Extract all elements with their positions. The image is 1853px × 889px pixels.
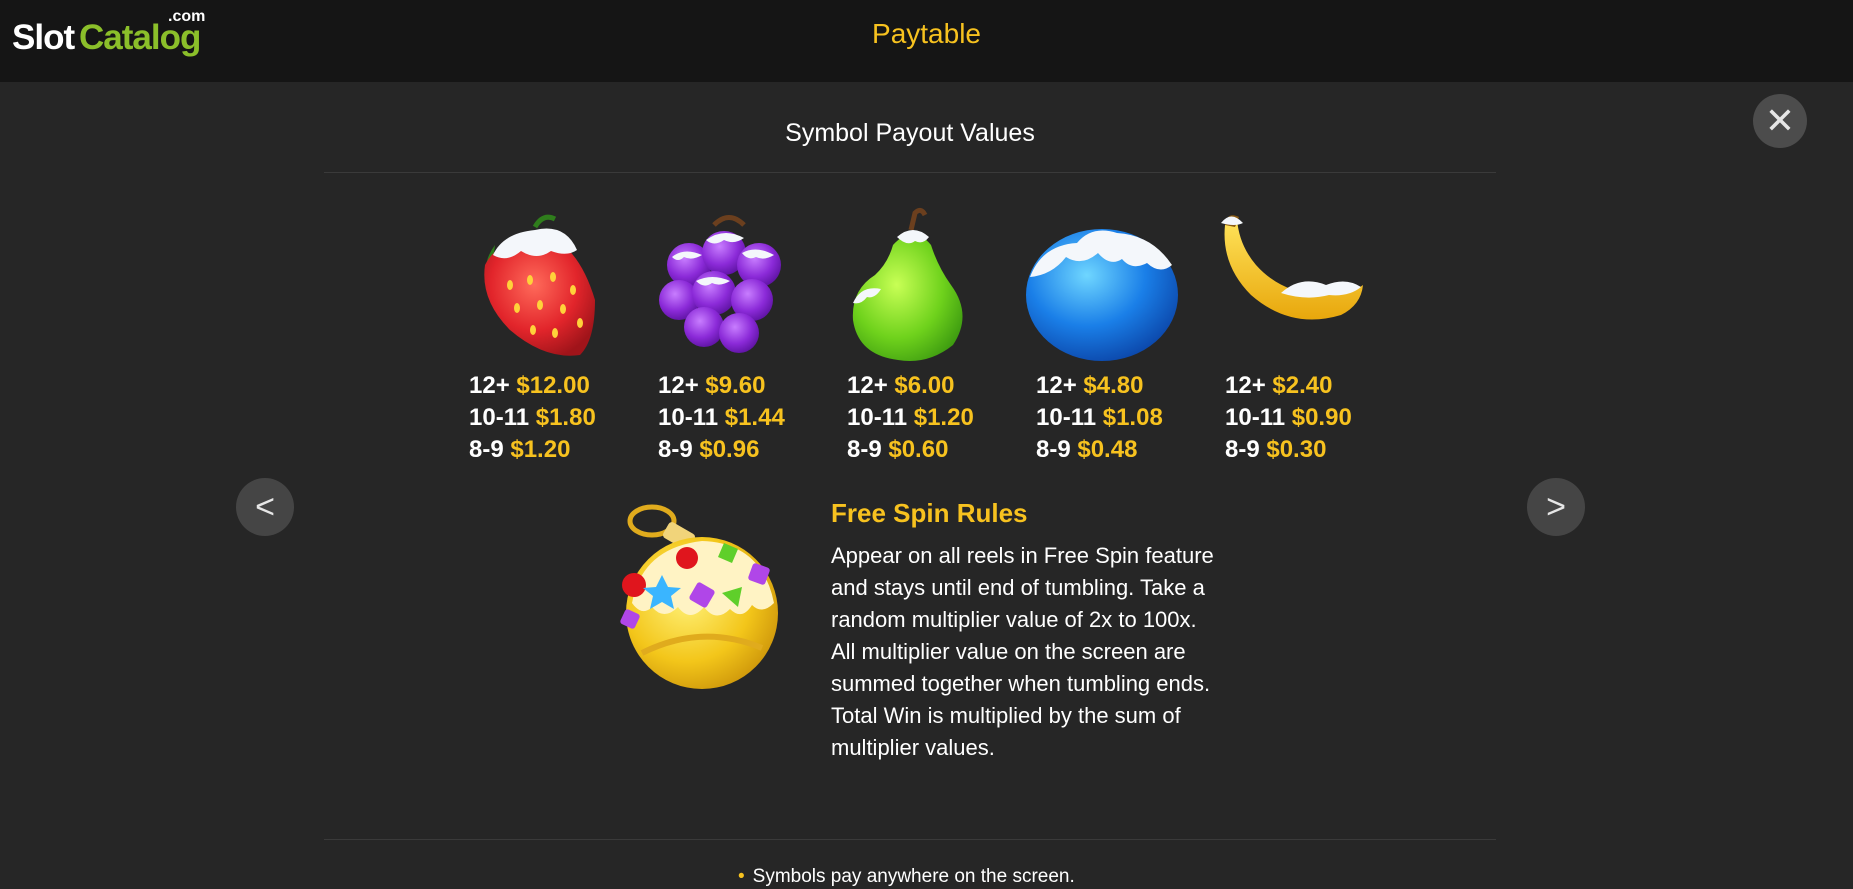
pay-list: 12+ $9.60 10-11 $1.44 8-9 $0.96	[658, 370, 785, 466]
pay-line: 8-9 $0.96	[658, 434, 785, 466]
pay-count: 10-11	[469, 404, 530, 431]
pay-value: $12.00	[516, 372, 590, 399]
pay-count: 12+	[1036, 372, 1077, 399]
pay-value: $0.48	[1077, 436, 1138, 463]
pay-value: $0.90	[1291, 404, 1352, 431]
pay-line: 8-9 $0.60	[847, 434, 974, 466]
pay-value: $4.80	[1083, 372, 1144, 399]
previous-page-button[interactable]: <	[236, 478, 294, 536]
pay-value: $1.20	[913, 404, 974, 431]
pay-line: 8-9 $0.30	[1225, 434, 1352, 466]
pay-count: 12+	[1225, 372, 1266, 399]
pay-line: 10-11 $1.44	[658, 402, 785, 434]
banana-icon	[1221, 215, 1363, 320]
pay-line: 12+ $12.00	[469, 370, 596, 402]
symbol-grapes: 12+ $9.60 10-11 $1.44 8-9 $0.96	[644, 205, 834, 475]
grapes-icon	[659, 215, 781, 353]
description-line: random multiplier value of 2x to 100x.	[831, 607, 1197, 632]
pay-line: 10-11 $1.08	[1036, 402, 1163, 434]
chevron-left-icon: <	[255, 487, 275, 526]
divider	[324, 839, 1496, 840]
pay-list: 12+ $6.00 10-11 $1.20 8-9 $0.60	[847, 370, 974, 466]
pay-list: 12+ $2.40 10-11 $0.90 8-9 $0.30	[1225, 370, 1352, 466]
pay-value: $1.44	[724, 404, 785, 431]
next-page-button[interactable]: >	[1527, 478, 1585, 536]
description-line: multiplier values.	[831, 735, 995, 760]
pay-list: 12+ $12.00 10-11 $1.80 8-9 $1.20	[469, 370, 596, 466]
pay-count: 8-9	[658, 436, 693, 463]
free-spin-title: Free Spin Rules	[831, 498, 1028, 528]
pay-value: $0.60	[888, 436, 949, 463]
description-line: Appear on all reels in Free Spin feature	[831, 543, 1214, 568]
description-line: All multiplier value on the screen are	[831, 639, 1186, 664]
pay-count: 10-11	[1036, 404, 1097, 431]
description-line: and stays until end of tumbling. Take a	[831, 575, 1205, 600]
section-title: Symbol Payout Values	[785, 119, 1035, 147]
rule-text: Symbols pay anywhere on the screen.	[752, 866, 1075, 887]
pay-count: 8-9	[1036, 436, 1071, 463]
pay-line: 10-11 $1.20	[847, 402, 974, 434]
divider	[324, 172, 1496, 173]
top-bar: Slot Catalog .com Paytable	[0, 0, 1853, 82]
description-line: summed together when tumbling ends.	[831, 671, 1211, 696]
pay-value: $0.96	[699, 436, 760, 463]
pay-line: 12+ $4.80	[1036, 370, 1163, 402]
christmas-ornament-icon	[620, 504, 778, 689]
page-title: Paytable	[872, 18, 981, 49]
pay-count: 12+	[847, 372, 888, 399]
strawberry-icon	[484, 214, 595, 356]
pay-count: 8-9	[847, 436, 882, 463]
pay-value: $6.00	[894, 372, 955, 399]
pay-value: $2.40	[1272, 372, 1333, 399]
pay-line: 12+ $2.40	[1225, 370, 1352, 402]
description-line: Total Win is multiplied by the sum of	[831, 703, 1181, 728]
pay-value: $1.08	[1102, 404, 1163, 431]
free-spin-description: Appear on all reels in Free Spin feature…	[831, 540, 1251, 764]
pay-list: 12+ $4.80 10-11 $1.08 8-9 $0.48	[1036, 370, 1163, 466]
pay-value: $0.30	[1266, 436, 1327, 463]
pay-value: $1.20	[510, 436, 571, 463]
pay-line: 12+ $6.00	[847, 370, 974, 402]
symbol-strawberry: 12+ $12.00 10-11 $1.80 8-9 $1.20	[455, 205, 645, 475]
symbol-blueberry: 12+ $4.80 10-11 $1.08 8-9 $0.48	[1022, 205, 1212, 475]
pear-icon	[852, 207, 963, 361]
pay-count: 10-11	[658, 404, 719, 431]
pay-count: 8-9	[469, 436, 504, 463]
pay-line: 8-9 $1.20	[469, 434, 596, 466]
pay-line: 10-11 $0.90	[1225, 402, 1352, 434]
blueberry-icon	[1026, 229, 1178, 361]
pay-value: $9.60	[705, 372, 766, 399]
rule-bullet: • Symbols pay anywhere on the screen.	[738, 866, 1075, 888]
pay-count: 8-9	[1225, 436, 1260, 463]
pay-line: 10-11 $1.80	[469, 402, 596, 434]
pay-line: 12+ $9.60	[658, 370, 785, 402]
chevron-right-icon: >	[1546, 487, 1566, 526]
pay-count: 12+	[469, 372, 510, 399]
pay-value: $1.80	[535, 404, 596, 431]
pay-count: 10-11	[847, 404, 908, 431]
pay-line: 8-9 $0.48	[1036, 434, 1163, 466]
symbol-banana: 12+ $2.40 10-11 $0.90 8-9 $0.30	[1211, 205, 1401, 475]
pay-count: 12+	[658, 372, 699, 399]
symbol-pear: 12+ $6.00 10-11 $1.20 8-9 $0.60	[833, 205, 1023, 475]
pay-count: 10-11	[1225, 404, 1286, 431]
bullet-icon: •	[738, 866, 745, 887]
